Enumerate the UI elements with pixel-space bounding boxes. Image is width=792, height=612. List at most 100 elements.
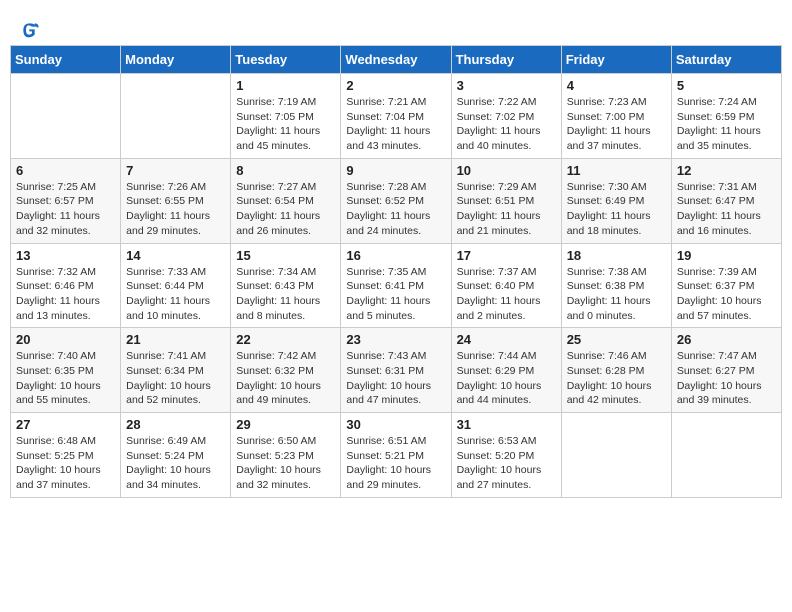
day-number: 15 — [236, 248, 335, 263]
day-number: 5 — [677, 78, 776, 93]
day-cell: 13 Sunrise: 7:32 AM Sunset: 6:46 PM Dayli… — [11, 243, 121, 328]
day-info: Sunrise: 7:32 AM Sunset: 6:46 PM Dayligh… — [16, 265, 115, 324]
day-info: Sunrise: 6:48 AM Sunset: 5:25 PM Dayligh… — [16, 434, 115, 493]
day-cell: 14Sunrise: 7:33 AM Sunset: 6:44 PM Dayli… — [121, 243, 231, 328]
day-cell: 26Sunrise: 7:47 AM Sunset: 6:27 PM Dayli… — [671, 328, 781, 413]
day-cell: 10 Sunrise: 7:29 AM Sunset: 6:51 PM Dayli… — [451, 158, 561, 243]
day-info: Sunrise: 7:23 AM Sunset: 7:00 PM Dayligh… — [567, 95, 666, 154]
week-row-1: 1 Sunrise: 7:19 AM Sunset: 7:05 PM Daylig… — [11, 74, 782, 159]
day-cell: 31 Sunrise: 6:53 AM Sunset: 5:20 PM Dayli… — [451, 413, 561, 498]
logo — [20, 20, 44, 40]
day-number: 31 — [457, 417, 556, 432]
day-cell: 22 Sunrise: 7:42 AM Sunset: 6:32 PM Dayli… — [231, 328, 341, 413]
header-cell-monday: Monday — [121, 46, 231, 74]
day-info: Sunrise: 7:30 AM Sunset: 6:49 PM Dayligh… — [567, 180, 666, 239]
day-number: 21 — [126, 332, 225, 347]
day-info: Sunrise: 7:44 AM Sunset: 6:29 PM Dayligh… — [457, 349, 556, 408]
calendar-table: SundayMondayTuesdayWednesdayThursdayFrid… — [10, 45, 782, 498]
day-info: Sunrise: 7:29 AM Sunset: 6:51 PM Dayligh… — [457, 180, 556, 239]
day-cell: 9Sunrise: 7:28 AM Sunset: 6:52 PM Daylig… — [341, 158, 451, 243]
day-info: Sunrise: 7:42 AM Sunset: 6:32 PM Dayligh… — [236, 349, 335, 408]
day-cell — [561, 413, 671, 498]
day-cell: 12 Sunrise: 7:31 AM Sunset: 6:47 PM Dayli… — [671, 158, 781, 243]
day-info: Sunrise: 7:31 AM Sunset: 6:47 PM Dayligh… — [677, 180, 776, 239]
day-info: Sunrise: 7:35 AM Sunset: 6:41 PM Dayligh… — [346, 265, 445, 324]
day-number: 19 — [677, 248, 776, 263]
day-cell: 8 Sunrise: 7:27 AM Sunset: 6:54 PM Daylig… — [231, 158, 341, 243]
week-row-3: 13 Sunrise: 7:32 AM Sunset: 6:46 PM Dayli… — [11, 243, 782, 328]
day-cell: 25Sunrise: 7:46 AM Sunset: 6:28 PM Dayli… — [561, 328, 671, 413]
week-row-5: 27 Sunrise: 6:48 AM Sunset: 5:25 PM Dayli… — [11, 413, 782, 498]
day-info: Sunrise: 7:28 AM Sunset: 6:52 PM Dayligh… — [346, 180, 445, 239]
day-cell: 27 Sunrise: 6:48 AM Sunset: 5:25 PM Dayli… — [11, 413, 121, 498]
day-info: Sunrise: 7:21 AM Sunset: 7:04 PM Dayligh… — [346, 95, 445, 154]
header-cell-friday: Friday — [561, 46, 671, 74]
day-info: Sunrise: 6:50 AM Sunset: 5:23 PM Dayligh… — [236, 434, 335, 493]
day-number: 24 — [457, 332, 556, 347]
day-info: Sunrise: 6:51 AM Sunset: 5:21 PM Dayligh… — [346, 434, 445, 493]
day-number: 25 — [567, 332, 666, 347]
day-info: Sunrise: 6:49 AM Sunset: 5:24 PM Dayligh… — [126, 434, 225, 493]
day-number: 26 — [677, 332, 776, 347]
day-info: Sunrise: 7:25 AM Sunset: 6:57 PM Dayligh… — [16, 180, 115, 239]
day-info: Sunrise: 7:27 AM Sunset: 6:54 PM Dayligh… — [236, 180, 335, 239]
day-number: 16 — [346, 248, 445, 263]
day-info: Sunrise: 7:26 AM Sunset: 6:55 PM Dayligh… — [126, 180, 225, 239]
day-cell — [11, 74, 121, 159]
day-number: 7 — [126, 163, 225, 178]
day-info: Sunrise: 7:38 AM Sunset: 6:38 PM Dayligh… — [567, 265, 666, 324]
day-cell: 17 Sunrise: 7:37 AM Sunset: 6:40 PM Dayli… — [451, 243, 561, 328]
day-cell: 1 Sunrise: 7:19 AM Sunset: 7:05 PM Daylig… — [231, 74, 341, 159]
page-header — [10, 10, 782, 45]
day-number: 6 — [16, 163, 115, 178]
day-cell: 7 Sunrise: 7:26 AM Sunset: 6:55 PM Daylig… — [121, 158, 231, 243]
day-cell: 6 Sunrise: 7:25 AM Sunset: 6:57 PM Daylig… — [11, 158, 121, 243]
day-number: 23 — [346, 332, 445, 347]
day-number: 12 — [677, 163, 776, 178]
day-info: Sunrise: 7:37 AM Sunset: 6:40 PM Dayligh… — [457, 265, 556, 324]
day-number: 10 — [457, 163, 556, 178]
day-cell: 5 Sunrise: 7:24 AM Sunset: 6:59 PM Daylig… — [671, 74, 781, 159]
day-number: 17 — [457, 248, 556, 263]
header-cell-sunday: Sunday — [11, 46, 121, 74]
day-cell: 11 Sunrise: 7:30 AM Sunset: 6:49 PM Dayli… — [561, 158, 671, 243]
day-info: Sunrise: 7:43 AM Sunset: 6:31 PM Dayligh… — [346, 349, 445, 408]
day-cell: 15Sunrise: 7:34 AM Sunset: 6:43 PM Dayli… — [231, 243, 341, 328]
day-cell: 24 Sunrise: 7:44 AM Sunset: 6:29 PM Dayli… — [451, 328, 561, 413]
day-number: 2 — [346, 78, 445, 93]
day-info: Sunrise: 7:24 AM Sunset: 6:59 PM Dayligh… — [677, 95, 776, 154]
header-row: SundayMondayTuesdayWednesdayThursdayFrid… — [11, 46, 782, 74]
logo-icon — [20, 20, 40, 40]
day-cell: 30Sunrise: 6:51 AM Sunset: 5:21 PM Dayli… — [341, 413, 451, 498]
day-cell — [121, 74, 231, 159]
day-cell: 3 Sunrise: 7:22 AM Sunset: 7:02 PM Daylig… — [451, 74, 561, 159]
day-number: 20 — [16, 332, 115, 347]
day-cell — [671, 413, 781, 498]
day-number: 11 — [567, 163, 666, 178]
day-cell: 2 Sunrise: 7:21 AM Sunset: 7:04 PM Daylig… — [341, 74, 451, 159]
day-info: Sunrise: 7:41 AM Sunset: 6:34 PM Dayligh… — [126, 349, 225, 408]
day-info: Sunrise: 7:22 AM Sunset: 7:02 PM Dayligh… — [457, 95, 556, 154]
day-number: 13 — [16, 248, 115, 263]
day-number: 1 — [236, 78, 335, 93]
day-number: 14 — [126, 248, 225, 263]
header-cell-thursday: Thursday — [451, 46, 561, 74]
day-info: Sunrise: 6:53 AM Sunset: 5:20 PM Dayligh… — [457, 434, 556, 493]
day-cell: 23 Sunrise: 7:43 AM Sunset: 6:31 PM Dayli… — [341, 328, 451, 413]
day-number: 4 — [567, 78, 666, 93]
day-number: 28 — [126, 417, 225, 432]
week-row-2: 6 Sunrise: 7:25 AM Sunset: 6:57 PM Daylig… — [11, 158, 782, 243]
day-cell: 16 Sunrise: 7:35 AM Sunset: 6:41 PM Dayli… — [341, 243, 451, 328]
day-number: 22 — [236, 332, 335, 347]
day-cell: 28 Sunrise: 6:49 AM Sunset: 5:24 PM Dayli… — [121, 413, 231, 498]
day-info: Sunrise: 7:40 AM Sunset: 6:35 PM Dayligh… — [16, 349, 115, 408]
day-info: Sunrise: 7:19 AM Sunset: 7:05 PM Dayligh… — [236, 95, 335, 154]
day-number: 3 — [457, 78, 556, 93]
day-number: 18 — [567, 248, 666, 263]
header-cell-tuesday: Tuesday — [231, 46, 341, 74]
day-cell: 19Sunrise: 7:39 AM Sunset: 6:37 PM Dayli… — [671, 243, 781, 328]
header-cell-wednesday: Wednesday — [341, 46, 451, 74]
day-number: 8 — [236, 163, 335, 178]
day-number: 27 — [16, 417, 115, 432]
day-cell: 29Sunrise: 6:50 AM Sunset: 5:23 PM Dayli… — [231, 413, 341, 498]
